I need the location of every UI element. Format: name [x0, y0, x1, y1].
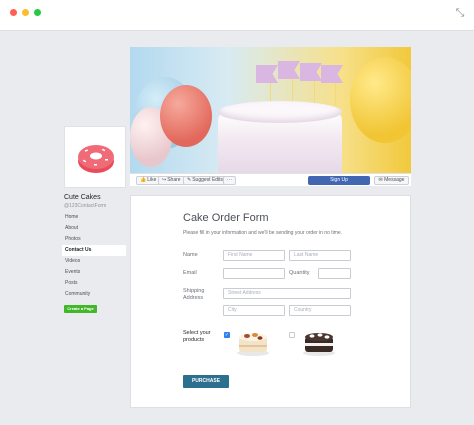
create-page-button[interactable]: Create a Page — [64, 305, 97, 313]
page-action-bar: 👍Like ↪Share ✎Suggest Edits ··· Sign Up … — [130, 173, 411, 186]
nav-videos[interactable]: Videos — [62, 256, 126, 267]
nav-community[interactable]: Community — [62, 289, 126, 300]
email-input[interactable] — [223, 268, 285, 279]
last-name-input[interactable]: Last Name — [289, 250, 351, 261]
page-name: Cute Cakes — [64, 194, 101, 201]
share-button[interactable]: ↪Share — [158, 176, 185, 185]
order-form: Cake Order Form Please fill in your info… — [130, 195, 411, 408]
close-dot[interactable] — [10, 9, 17, 16]
product-1-cake-image[interactable] — [235, 327, 271, 357]
message-button[interactable]: ✉ Message — [374, 176, 409, 185]
suggest-edits-label: Suggest Edits — [192, 177, 224, 183]
nav-events[interactable]: Events — [62, 267, 126, 278]
share-label: Share — [167, 177, 181, 183]
more-label: ··· — [227, 177, 232, 183]
nav-contact-us[interactable]: Contact Us — [62, 245, 126, 256]
message-icon: ✉ — [378, 177, 383, 183]
form-description: Please fill in your information and we'l… — [183, 230, 343, 236]
title-bar: ⤡ — [0, 0, 474, 31]
expand-icon[interactable]: ⤡ — [454, 7, 466, 19]
email-label: Email — [183, 270, 197, 276]
like-label: Like — [147, 177, 157, 183]
shipping-address-label: Shipping Address — [183, 288, 205, 301]
select-products-label: Select your products — [183, 330, 211, 343]
bunting-flag — [300, 63, 322, 81]
nav-photos[interactable]: Photos — [62, 234, 126, 245]
like-button[interactable]: 👍Like — [136, 176, 161, 185]
minimize-dot[interactable] — [22, 9, 29, 16]
cover-photo — [130, 47, 411, 173]
donut-logo-icon — [78, 145, 114, 173]
bunting-flag — [256, 65, 278, 83]
first-name-input[interactable]: First Name — [223, 250, 285, 261]
nav-home[interactable]: Home — [62, 212, 126, 223]
more-button[interactable]: ··· — [223, 176, 236, 185]
suggest-edits-button[interactable]: ✎Suggest Edits — [183, 176, 228, 185]
maximize-dot[interactable] — [34, 9, 41, 16]
country-input[interactable]: Country — [289, 305, 351, 316]
profile-picture[interactable] — [64, 126, 126, 188]
balloon-red — [160, 85, 212, 147]
balloon-yellow — [350, 57, 411, 143]
product-1-checkbox[interactable]: ✓ — [224, 332, 230, 338]
page-handle: @123ContactForm — [64, 203, 107, 209]
nav-about[interactable]: About — [62, 223, 126, 234]
form-title: Cake Order Form — [183, 212, 269, 224]
browser-window: ⤡ 👍Like ↪Share ✎Suggest Edits ··· Sign U… — [0, 0, 474, 425]
name-label: Name — [183, 252, 198, 258]
purchase-button[interactable]: PURCHASE — [183, 375, 229, 388]
cake-frosting — [218, 101, 342, 123]
bunting-flag — [278, 61, 300, 79]
pencil-icon: ✎ — [187, 177, 192, 183]
share-icon: ↪ — [162, 177, 167, 183]
city-input[interactable]: City — [223, 305, 285, 316]
message-label: Message — [384, 177, 405, 183]
product-2-checkbox[interactable] — [289, 332, 295, 338]
thumbs-up-icon: 👍 — [140, 177, 147, 183]
bunting-flag — [321, 65, 343, 83]
sign-up-button[interactable]: Sign Up — [308, 176, 370, 185]
product-2-cake-image[interactable] — [301, 327, 337, 357]
nav-posts[interactable]: Posts — [62, 278, 126, 289]
quantity-input[interactable] — [318, 268, 351, 279]
page-nav: Home About Photos Contact Us Videos Even… — [62, 212, 126, 300]
quantity-label: Quantity — [289, 270, 310, 276]
street-address-input[interactable]: Street Address — [223, 288, 351, 299]
